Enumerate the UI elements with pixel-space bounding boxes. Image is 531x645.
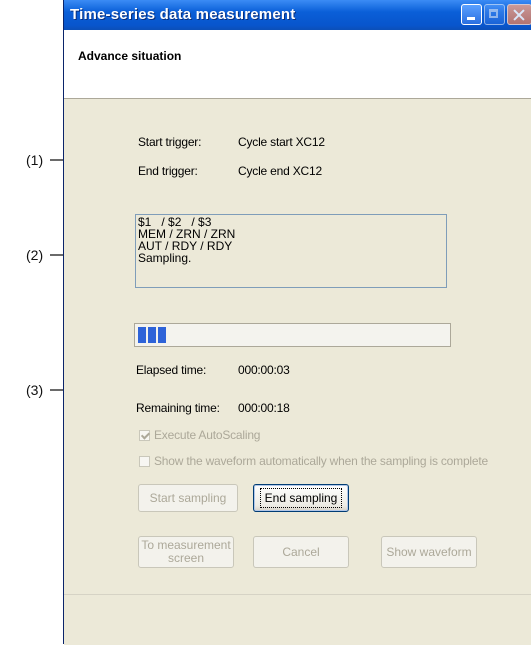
remaining-time-label: Remaining time:	[136, 401, 220, 415]
show-waveform-button: Show waveform	[381, 536, 477, 568]
end-sampling-label: End sampling	[259, 488, 343, 508]
status-line: Sampling.	[138, 251, 192, 265]
close-icon	[507, 4, 531, 25]
autoscaling-checkbox	[139, 430, 150, 441]
show-waveform-label: Show the waveform automatically when the…	[154, 454, 488, 468]
title-bar[interactable]: Time-series data measurement	[64, 0, 531, 30]
measurement-window: Time-series data measurement Advance sit…	[63, 0, 531, 645]
callout-1: (1)	[26, 152, 44, 168]
callout-3: (3)	[26, 382, 44, 398]
progress-block	[138, 327, 146, 343]
start-trigger-label: Start trigger:	[138, 135, 202, 149]
show-waveform-checkbox	[139, 456, 150, 467]
to-measurement-screen-button: To measurement screen	[138, 536, 234, 568]
footer-panel	[64, 594, 531, 645]
maximize-icon	[484, 4, 505, 25]
end-trigger-label: End trigger:	[138, 164, 198, 178]
sampling-progress-bar	[134, 323, 451, 347]
elapsed-time-label: Elapsed time:	[136, 363, 207, 377]
minimize-icon[interactable]	[461, 4, 482, 25]
end-trigger-value: Cycle end XC12	[238, 164, 322, 178]
callout-2: (2)	[26, 247, 44, 263]
start-trigger-value: Cycle start XC12	[238, 135, 325, 149]
progress-block	[158, 327, 166, 343]
status-display: $1 / $2 / $3 MEM / ZRN / ZRN AUT / RDY /…	[135, 214, 447, 288]
cancel-label: Cancel	[282, 545, 320, 559]
elapsed-time-value: 000:00:03	[238, 363, 290, 377]
start-sampling-label: Start sampling	[149, 491, 227, 505]
autoscaling-label: Execute AutoScaling	[154, 428, 261, 442]
start-sampling-button: Start sampling	[138, 484, 238, 512]
progress-fill	[138, 327, 168, 343]
show-waveform-button-label: Show waveform	[386, 545, 472, 559]
end-sampling-button[interactable]: End sampling	[253, 484, 349, 512]
page-subtitle: Advance situation	[78, 49, 182, 63]
remaining-time-value: 000:00:18	[238, 401, 290, 415]
cancel-button: Cancel	[253, 536, 349, 568]
to-measurement-label-line2: screen	[167, 551, 205, 565]
header-panel: Advance situation	[64, 30, 531, 99]
progress-block	[148, 327, 156, 343]
window-title: Time-series data measurement	[70, 6, 296, 23]
